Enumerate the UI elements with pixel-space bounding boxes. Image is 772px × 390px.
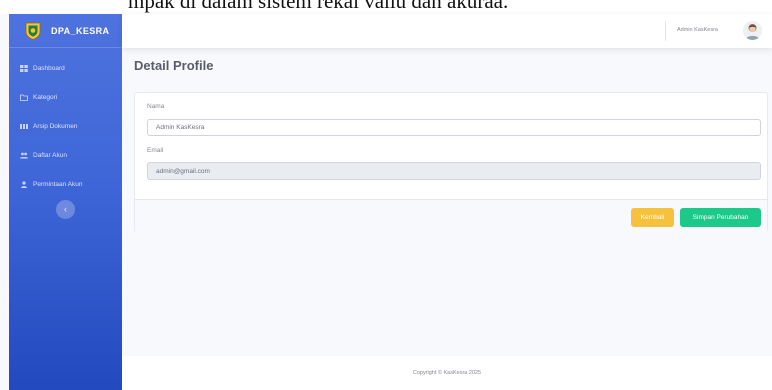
sidebar-item-dashboard[interactable]: Dashboard [9,54,122,83]
emblem-logo-icon [25,22,41,40]
archive-icon [20,123,28,130]
sidebar-toggle-button[interactable]: ‹ [56,200,75,219]
sidebar-item-arsip-dokumen[interactable]: Arsip Dokumen [9,112,122,141]
save-button[interactable]: Simpan Perubahan [680,208,761,227]
caption-strip: mpak di dalam sistem rekai vallu dan aku… [0,0,772,14]
sidebar-item-label: Permintaan Akun [33,181,83,188]
card-footer: Kembali Simpan Perubahan [135,199,767,233]
sidebar-item-kategori[interactable]: Kategori [9,83,122,112]
sidebar-item-label: Dashboard [33,65,65,72]
users-icon [20,152,28,159]
email-field[interactable] [147,162,761,180]
sidebar-item-label: Arsip Dokumen [33,123,78,130]
avatar[interactable] [743,21,762,40]
user-icon [20,181,28,188]
page-footer: Copyright © KasKesra 2025 [122,356,772,390]
sidebar-brand[interactable]: DPA_KESRA [9,14,122,48]
profile-card: Nama Email Kembali Simpan Perubahan [134,92,768,233]
sidebar: DPA_KESRA Dashboard Kategori Arsip Dokum… [9,14,122,390]
dashboard-icon [20,65,28,72]
topbar: Admin KasKesra [122,14,772,48]
back-button[interactable]: Kembali [631,208,674,227]
email-label: Email [147,147,164,154]
sidebar-item-daftar-akun[interactable]: Daftar Akun [9,141,122,170]
app-window: DPA_KESRA Dashboard Kategori Arsip Dokum… [0,14,772,390]
sidebar-nav: Dashboard Kategori Arsip Dokumen Daftar … [9,48,122,199]
nama-label: Nama [147,103,165,110]
nama-field[interactable] [147,119,761,136]
caption-text: mpak di dalam sistem rekai vallu dan aku… [128,0,509,13]
page-title: Detail Profile [134,58,214,73]
sidebar-item-label: Daftar Akun [33,152,67,159]
copyright-text: Copyright © KasKesra 2025 [412,370,482,376]
sidebar-item-label: Kategori [33,94,58,101]
chevron-left-icon: ‹ [64,204,67,214]
topbar-divider [665,21,666,41]
sidebar-item-permintaan-akun[interactable]: Permintaan Akun [9,170,122,199]
folder-icon [20,94,28,101]
user-name[interactable]: Admin KasKesra [677,27,718,33]
brand-name: DPA_KESRA [51,25,110,36]
